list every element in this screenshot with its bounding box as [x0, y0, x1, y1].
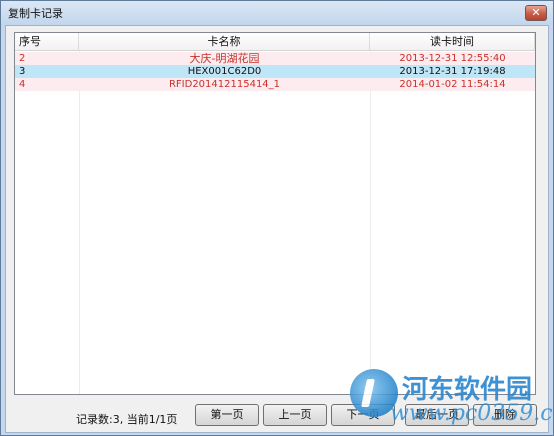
- column-header-read-time[interactable]: 读卡时间: [370, 33, 535, 51]
- record-count-status: 记录数:3, 当前1/1页: [76, 413, 178, 426]
- last-page-button[interactable]: 最后一页: [405, 404, 469, 426]
- cell-card-name: 大庆-明湖花园: [189, 52, 260, 65]
- cell-index: 4: [19, 79, 26, 90]
- cell-read-time: 2013-12-31 17:19:48: [399, 66, 506, 77]
- delete-button[interactable]: 删除: [473, 404, 537, 426]
- cell-index: 3: [19, 66, 26, 77]
- table-row[interactable]: 2 大庆-明湖花园 2013-12-31 12:55:40: [15, 52, 535, 65]
- window-title: 复制卡记录: [8, 7, 63, 20]
- records-table[interactable]: 序号 卡名称 读卡时间 2 大庆-明湖花园 2013-12-31 12:55:4…: [14, 32, 536, 395]
- cell-card-name: RFID201412115414_1: [168, 79, 281, 90]
- cell-card-name: HEX001C62D0: [187, 66, 262, 77]
- close-icon: ✕: [531, 6, 541, 19]
- cell-read-time: 2014-01-02 11:54:14: [399, 79, 506, 90]
- column-header-card-name[interactable]: 卡名称: [79, 33, 370, 51]
- table-header: 序号 卡名称 读卡时间: [15, 33, 535, 51]
- cell-index: 2: [19, 53, 26, 64]
- title-bar[interactable]: 复制卡记录 ✕: [1, 1, 553, 25]
- first-page-button[interactable]: 第一页: [195, 404, 259, 426]
- column-header-index[interactable]: 序号: [15, 33, 79, 51]
- cell-read-time: 2013-12-31 12:55:40: [399, 53, 506, 64]
- prev-page-button[interactable]: 上一页: [263, 404, 327, 426]
- table-row[interactable]: 4 RFID201412115414_1 2014-01-02 11:54:14: [15, 78, 535, 91]
- column-divider: [79, 51, 80, 394]
- dialog-window: 复制卡记录 ✕ 序号 卡名称 读卡时间 2 大庆-明湖花园 2013-12-31…: [0, 0, 554, 436]
- dialog-body: 序号 卡名称 读卡时间 2 大庆-明湖花园 2013-12-31 12:55:4…: [5, 25, 549, 433]
- close-button[interactable]: ✕: [525, 5, 547, 21]
- table-row-selected[interactable]: 3 HEX001C62D0 2013-12-31 17:19:48: [15, 65, 535, 78]
- next-page-button[interactable]: 下一页: [331, 404, 395, 426]
- column-divider: [370, 51, 371, 394]
